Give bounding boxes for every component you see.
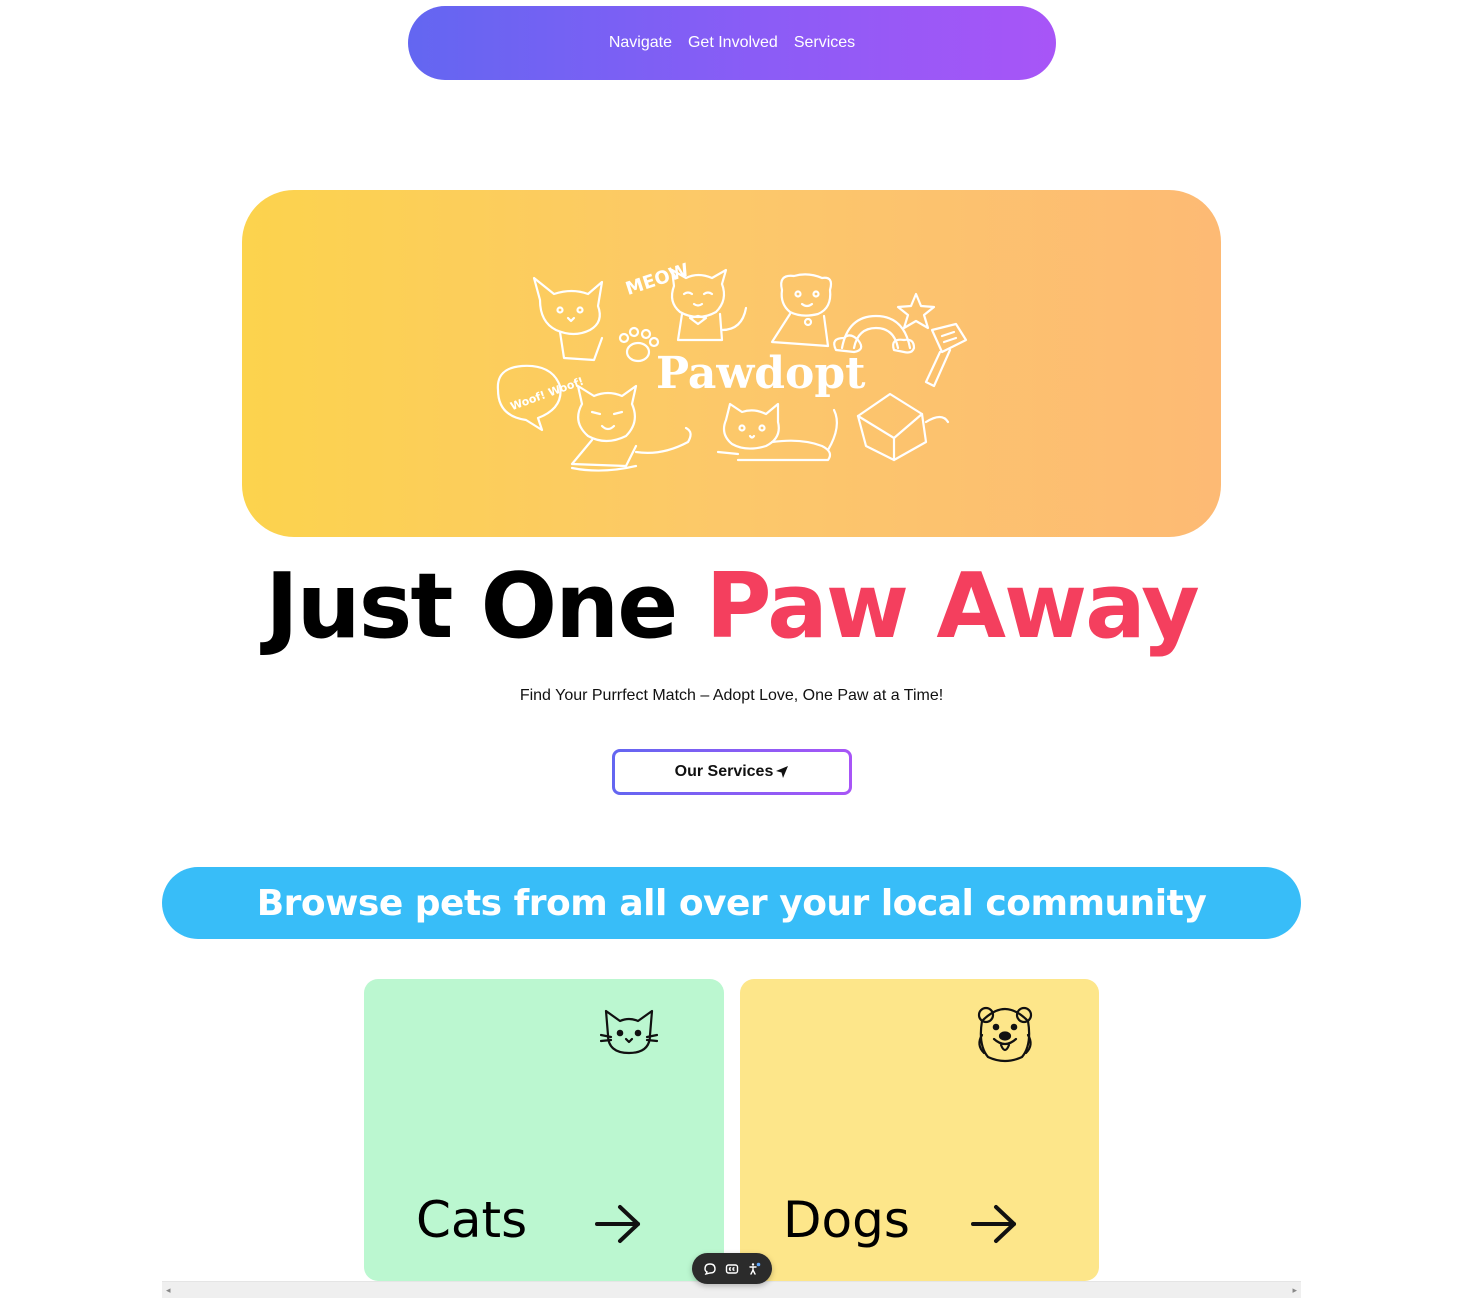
caption-icon[interactable] [725, 1262, 739, 1276]
scroll-right-icon[interactable]: ▸ [1292, 1285, 1297, 1296]
hero-tagline: Find Your Purrfect Match – Adopt Love, O… [519, 687, 944, 704]
woof-text: Woof! Woof! [509, 375, 586, 414]
hero-headline: Just One Paw Away [0, 557, 1463, 657]
cats-card[interactable]: Cats [364, 979, 724, 1281]
star-doodle [896, 292, 936, 330]
dogs-label: Dogs [783, 1191, 910, 1249]
woof-speech-bubble: Woof! Woof! [496, 364, 586, 432]
nav-item-navigate[interactable]: Navigate [609, 34, 672, 52]
dog-icon [977, 1006, 1033, 1063]
hero-banner: MEOW Pawdopt Woof! Woof! [242, 190, 1221, 537]
browse-pets-banner: Browse pets from all over your local com… [162, 867, 1301, 939]
pawdopt-logo-illustration: MEOW Pawdopt Woof! Woof! [496, 260, 968, 472]
send-arrow-icon [776, 766, 789, 778]
our-services-label: Our Services [674, 763, 774, 780]
comment-icon[interactable] [703, 1262, 717, 1276]
browse-pets-text: Browse pets from all over your local com… [256, 882, 1207, 924]
headline-part2: Paw Away [705, 554, 1200, 659]
nav-item-get-involved[interactable]: Get Involved [688, 34, 778, 52]
nav-item-services[interactable]: Services [794, 34, 855, 52]
meow-text: MEOW [623, 260, 692, 300]
brush-doodle [924, 322, 968, 388]
pawdopt-logo-text: Pawdopt [656, 348, 866, 399]
top-nav: Navigate Get Involved Services [408, 6, 1056, 80]
headline-part1: Just One [265, 554, 706, 659]
our-services-button[interactable]: Our Services [612, 749, 852, 795]
chihuahua-doodle [532, 276, 604, 362]
paw-print-doodle [618, 326, 660, 363]
arrow-right-icon [595, 1205, 640, 1243]
arrow-right-icon [971, 1205, 1016, 1243]
pitbull-doodle [770, 273, 833, 348]
scroll-left-icon[interactable]: ◂ [166, 1285, 171, 1296]
floating-toolbar [692, 1253, 772, 1284]
box-cat-doodle [856, 392, 950, 462]
cat-icon [600, 1009, 658, 1055]
accessibility-icon[interactable] [747, 1262, 761, 1276]
dogs-card[interactable]: Dogs [740, 979, 1099, 1281]
cats-label: Cats [416, 1191, 528, 1249]
lying-cat-doodle [716, 402, 839, 462]
